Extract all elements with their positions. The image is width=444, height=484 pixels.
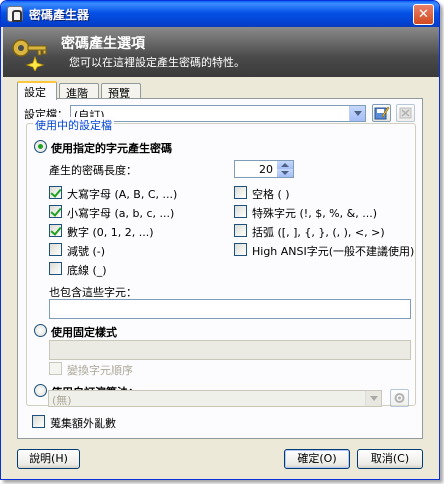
permute-label[interactable]: 變換字元順序 — [67, 362, 133, 378]
brackets-label[interactable]: 括弧 ([, ], {, }, (, ), <, >) — [252, 224, 385, 240]
banner-subtitle: 您可以在這裡設定產生密碼的特性。 — [69, 56, 245, 69]
high-ansi-checkbox[interactable] — [234, 243, 247, 256]
uppercase-checkbox[interactable] — [49, 186, 62, 199]
tab-preview[interactable]: 預覽 — [101, 83, 141, 100]
active-profile-group: 使用中的設定檔 使用指定的字元產生密碼 產生的密碼長度： 20 大寫字母 (A,… — [26, 117, 416, 406]
close-button[interactable]: ✕ — [413, 4, 434, 25]
special-checkbox[interactable] — [234, 205, 247, 218]
ok-button[interactable]: 確定(O) — [284, 449, 350, 469]
space-label[interactable]: 空格 ( ) — [252, 186, 290, 202]
space-checkbox[interactable] — [234, 186, 247, 199]
chevron-down-icon[interactable] — [365, 391, 381, 406]
delete-profile-button[interactable] — [396, 104, 415, 122]
lowercase-checkbox[interactable] — [49, 205, 62, 218]
settings-panel: 設定檔： (自訂) 使用中的設定檔 使用指定的字元產生密碼 產生的密碼長度： 2… — [17, 98, 423, 439]
permute-checkbox[interactable] — [49, 362, 62, 375]
uppercase-label[interactable]: 大寫字母 (A, B, C, ...) — [67, 186, 177, 202]
delete-icon — [399, 107, 412, 119]
length-spinner[interactable]: 20 — [234, 160, 294, 178]
lock-icon — [7, 6, 23, 22]
gear-icon — [394, 393, 405, 403]
length-value: 20 — [259, 163, 273, 176]
spin-down-icon[interactable] — [277, 169, 293, 177]
minus-checkbox[interactable] — [49, 243, 62, 256]
title-bar[interactable]: 密碼產生器 ✕ — [1, 1, 439, 27]
pattern-radio[interactable] — [34, 324, 47, 337]
spin-up-icon[interactable] — [277, 161, 293, 169]
window-title: 密碼產生器 — [29, 8, 90, 22]
cancel-button[interactable]: 取消(C) — [357, 449, 423, 469]
collect-entropy-checkbox[interactable] — [32, 415, 45, 428]
tab-settings[interactable]: 設定 — [17, 81, 57, 100]
lowercase-label[interactable]: 小寫字母 (a, b, c, ...) — [67, 205, 174, 221]
also-include-input[interactable] — [49, 299, 411, 319]
profile-select[interactable]: (自訂) — [70, 105, 366, 122]
save-profile-button[interactable] — [372, 104, 391, 122]
collect-entropy-label[interactable]: 蒐集額外亂數 — [50, 415, 116, 431]
algorithm-select[interactable]: (無) — [48, 390, 382, 407]
digits-label[interactable]: 數字 (0, 1, 2, ...) — [67, 224, 154, 240]
header-banner: 密碼產生選項 您可以在這裡設定產生密碼的特性。 — [3, 27, 439, 77]
pattern-input[interactable] — [49, 340, 411, 360]
charset-radio[interactable] — [34, 140, 47, 153]
length-label: 產生的密碼長度： — [49, 164, 137, 177]
password-generator-window: 密碼產生器 ✕ 密碼產生選項 您可以在這裡設定產生密碼的特性。 設定 進階 預覽… — [0, 0, 440, 480]
group-title: 使用中的設定檔 — [33, 117, 114, 133]
special-label[interactable]: 特殊字元 (!, $, %, &, ...) — [252, 205, 377, 221]
pattern-radio-label[interactable]: 使用固定樣式 — [51, 324, 117, 340]
algorithm-radio[interactable] — [34, 384, 47, 397]
tab-advanced[interactable]: 進階 — [59, 83, 99, 100]
underline-checkbox[interactable] — [49, 262, 62, 275]
help-button[interactable]: 說明(H) — [17, 449, 80, 469]
digits-checkbox[interactable] — [49, 224, 62, 237]
save-profile-icon — [374, 106, 390, 120]
algorithm-value: (無) — [52, 394, 72, 407]
algorithm-options-button[interactable] — [390, 389, 409, 407]
banner-title: 密碼產生選項 — [61, 36, 145, 52]
brackets-checkbox[interactable] — [234, 224, 247, 237]
underline-label[interactable]: 底線 (_) — [67, 262, 107, 278]
minus-label[interactable]: 減號 (-) — [67, 243, 105, 259]
chevron-down-icon[interactable] — [349, 106, 365, 121]
key-sparkle-icon — [12, 39, 47, 71]
charset-radio-label[interactable]: 使用指定的字元產生密碼 — [51, 140, 172, 156]
also-include-label: 也包含這些字元： — [49, 286, 137, 299]
high-ansi-label[interactable]: High ANSI字元(一般不建議使用) — [252, 243, 414, 259]
